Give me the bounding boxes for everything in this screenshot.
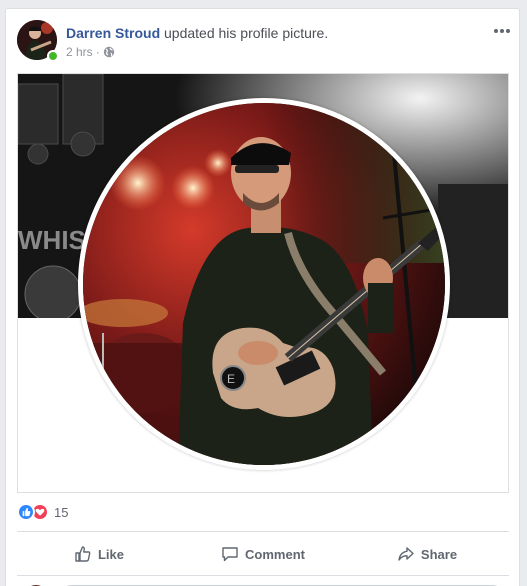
reactions-summary[interactable]: 15 <box>17 502 68 522</box>
online-status-indicator <box>47 50 59 62</box>
post-header: Darren Stroud updated his profile pictur… <box>17 20 512 64</box>
svg-text:E: E <box>227 372 235 386</box>
post-meta: 2 hrs · <box>66 45 115 59</box>
feed-post-card: Darren Stroud updated his profile pictur… <box>5 8 520 586</box>
share-icon <box>398 547 414 561</box>
globe-icon[interactable] <box>103 46 115 58</box>
profile-picture-circle[interactable]: E <box>78 98 450 470</box>
post-timestamp[interactable]: 2 hrs <box>66 45 93 59</box>
post-title: Darren Stroud updated his profile pictur… <box>66 24 328 42</box>
post-action-text: updated his profile picture. <box>160 25 329 41</box>
share-label: Share <box>420 546 458 562</box>
divider <box>17 575 509 576</box>
profile-update-photo[interactable]: WHIS E <box>17 73 509 493</box>
like-button[interactable]: Like <box>17 539 181 569</box>
author-name-link[interactable]: Darren Stroud <box>66 25 160 41</box>
like-label: Like <box>97 546 124 562</box>
svg-text:WHIS: WHIS <box>18 225 86 255</box>
comment-button[interactable]: Comment <box>181 539 345 569</box>
meta-separator: · <box>95 45 100 59</box>
share-button[interactable]: Share <box>345 539 509 569</box>
more-options-icon[interactable] <box>492 24 512 38</box>
reaction-count[interactable]: 15 <box>54 505 68 520</box>
like-reaction-icon <box>17 503 35 521</box>
post-actions-bar: Like Comment Share <box>17 539 509 569</box>
comment-label: Comment <box>245 546 305 562</box>
comment-icon <box>222 547 238 562</box>
divider <box>17 531 509 532</box>
thumbs-up-icon <box>75 546 91 562</box>
